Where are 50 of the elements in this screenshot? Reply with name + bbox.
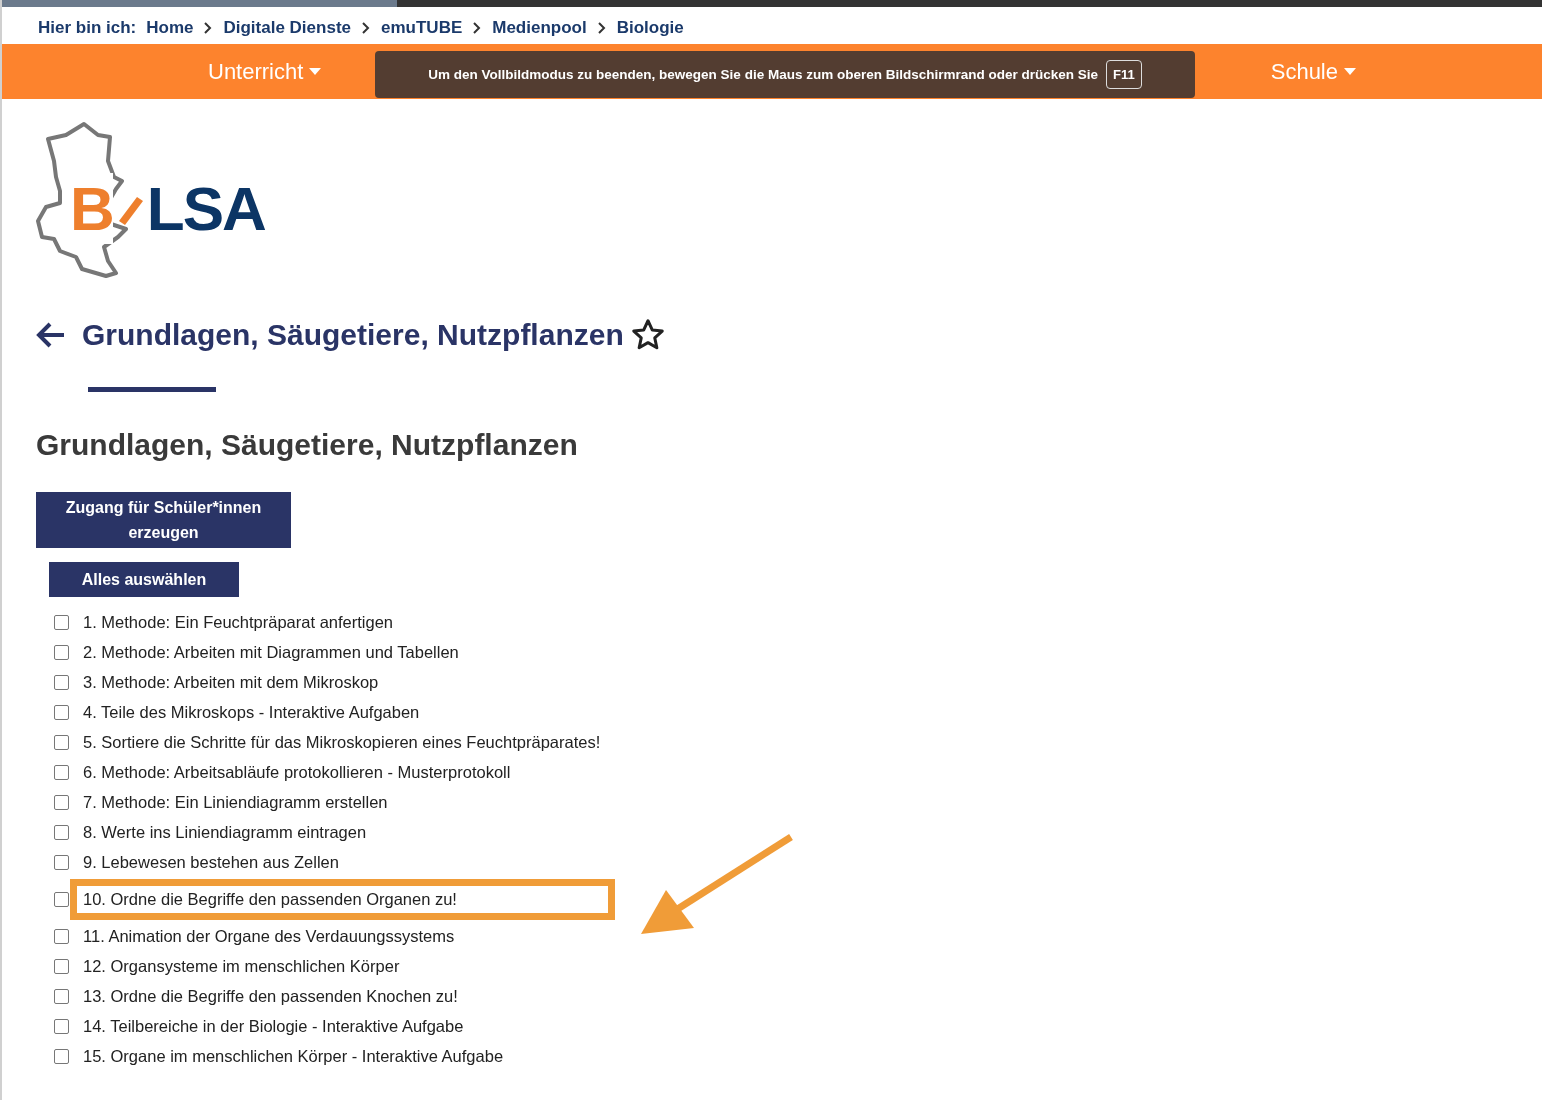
checkbox[interactable] (54, 958, 69, 974)
checkbox[interactable] (54, 1018, 69, 1034)
checkbox[interactable] (54, 644, 69, 660)
chevron-icon (472, 21, 483, 34)
notice-text: Um den Vollbildmodus zu beenden, bewegen Sie die Maus zum oberen Bildschirmrand oder drücken Sie (428, 67, 1098, 82)
logo-text: LSA (146, 173, 265, 244)
checkbox[interactable] (54, 988, 69, 1004)
list-item[interactable]: 9. Lebewesen bestehen aus Zellen (83, 852, 339, 872)
back-arrow-icon[interactable] (36, 322, 66, 348)
checkbox[interactable] (54, 704, 69, 720)
chevron-icon (596, 21, 607, 34)
chevron-icon (203, 21, 214, 34)
list-item[interactable]: 1. Methode: Ein Feuchtpräparat anfertigen (83, 612, 394, 632)
checkbox[interactable] (54, 764, 69, 780)
checkbox[interactable] (54, 854, 69, 870)
breadcrumb-link[interactable]: emuTUBE (381, 17, 463, 38)
list-item[interactable]: 15. Organe im menschlichen Körper - Interaktive Aufgabe (83, 1046, 504, 1066)
list-item[interactable]: 3. Methode: Arbeiten mit dem Mikroskop (83, 672, 379, 692)
breadcrumb-label: Hier bin ich: (38, 17, 137, 38)
breadcrumb-link[interactable]: Digitale Dienste (223, 17, 351, 38)
page-title: Grundlagen, Säugetiere, Nutzpflanzen (82, 318, 624, 352)
list-item[interactable]: 4. Teile des Mikroskops - Interaktive Aufgaben (83, 702, 420, 722)
checkbox[interactable] (54, 674, 69, 690)
checkbox[interactable] (54, 794, 69, 810)
list-item[interactable]: 11. Animation der Organe des Verdauungssystems (83, 926, 455, 946)
section-title: Grundlagen, Säugetiere, Nutzpflanzen (36, 428, 579, 462)
list-item[interactable]: 5. Sortiere die Schritte für das Mikroskopieren eines Feuchtpräparates! (83, 732, 601, 752)
checkbox[interactable] (54, 614, 69, 630)
list-item[interactable]: 8. Werte ins Liniendiagramm eintragen (83, 822, 367, 842)
chevron-icon (361, 21, 371, 34)
list-item[interactable]: 7. Methode: Ein Liniendiagramm erstellen (83, 792, 388, 812)
access-button[interactable]: Zugang für Schüler*innen erzeugen (36, 492, 291, 548)
breadcrumb-link[interactable]: Medienpool (492, 17, 587, 38)
key-hint: F11 (1105, 60, 1142, 89)
list-item[interactable]: 14. Teilbereiche in der Biologie - Interaktive Aufgabe (83, 1016, 464, 1036)
breadcrumb-link[interactable]: Biologie (616, 17, 684, 38)
caret-icon (309, 68, 322, 75)
checkbox[interactable] (54, 928, 69, 944)
breadcrumb-link[interactable]: Home (146, 17, 194, 38)
highlighted-list-item[interactable]: 10. Ordne die Begriffe den passenden Organen zu! (70, 878, 615, 920)
list-item[interactable]: 13. Ordne die Begriffe den passenden Knochen zu! (83, 986, 458, 1006)
list-item[interactable]: 6. Methode: Arbeitsabläufe protokollieren - Musterprotokoll (83, 762, 511, 782)
select-all-button[interactable]: Alles auswählen (49, 562, 239, 597)
checkbox[interactable] (54, 824, 69, 840)
checkbox[interactable] (54, 1048, 69, 1064)
caret-icon (1344, 68, 1356, 75)
list-item[interactable]: 12. Organsysteme im menschlichen Körper (83, 956, 400, 976)
list-item[interactable]: 2. Methode: Arbeiten mit Diagrammen und Tabellen (83, 642, 459, 662)
checkbox[interactable] (54, 734, 69, 750)
checkbox[interactable] (54, 891, 69, 907)
